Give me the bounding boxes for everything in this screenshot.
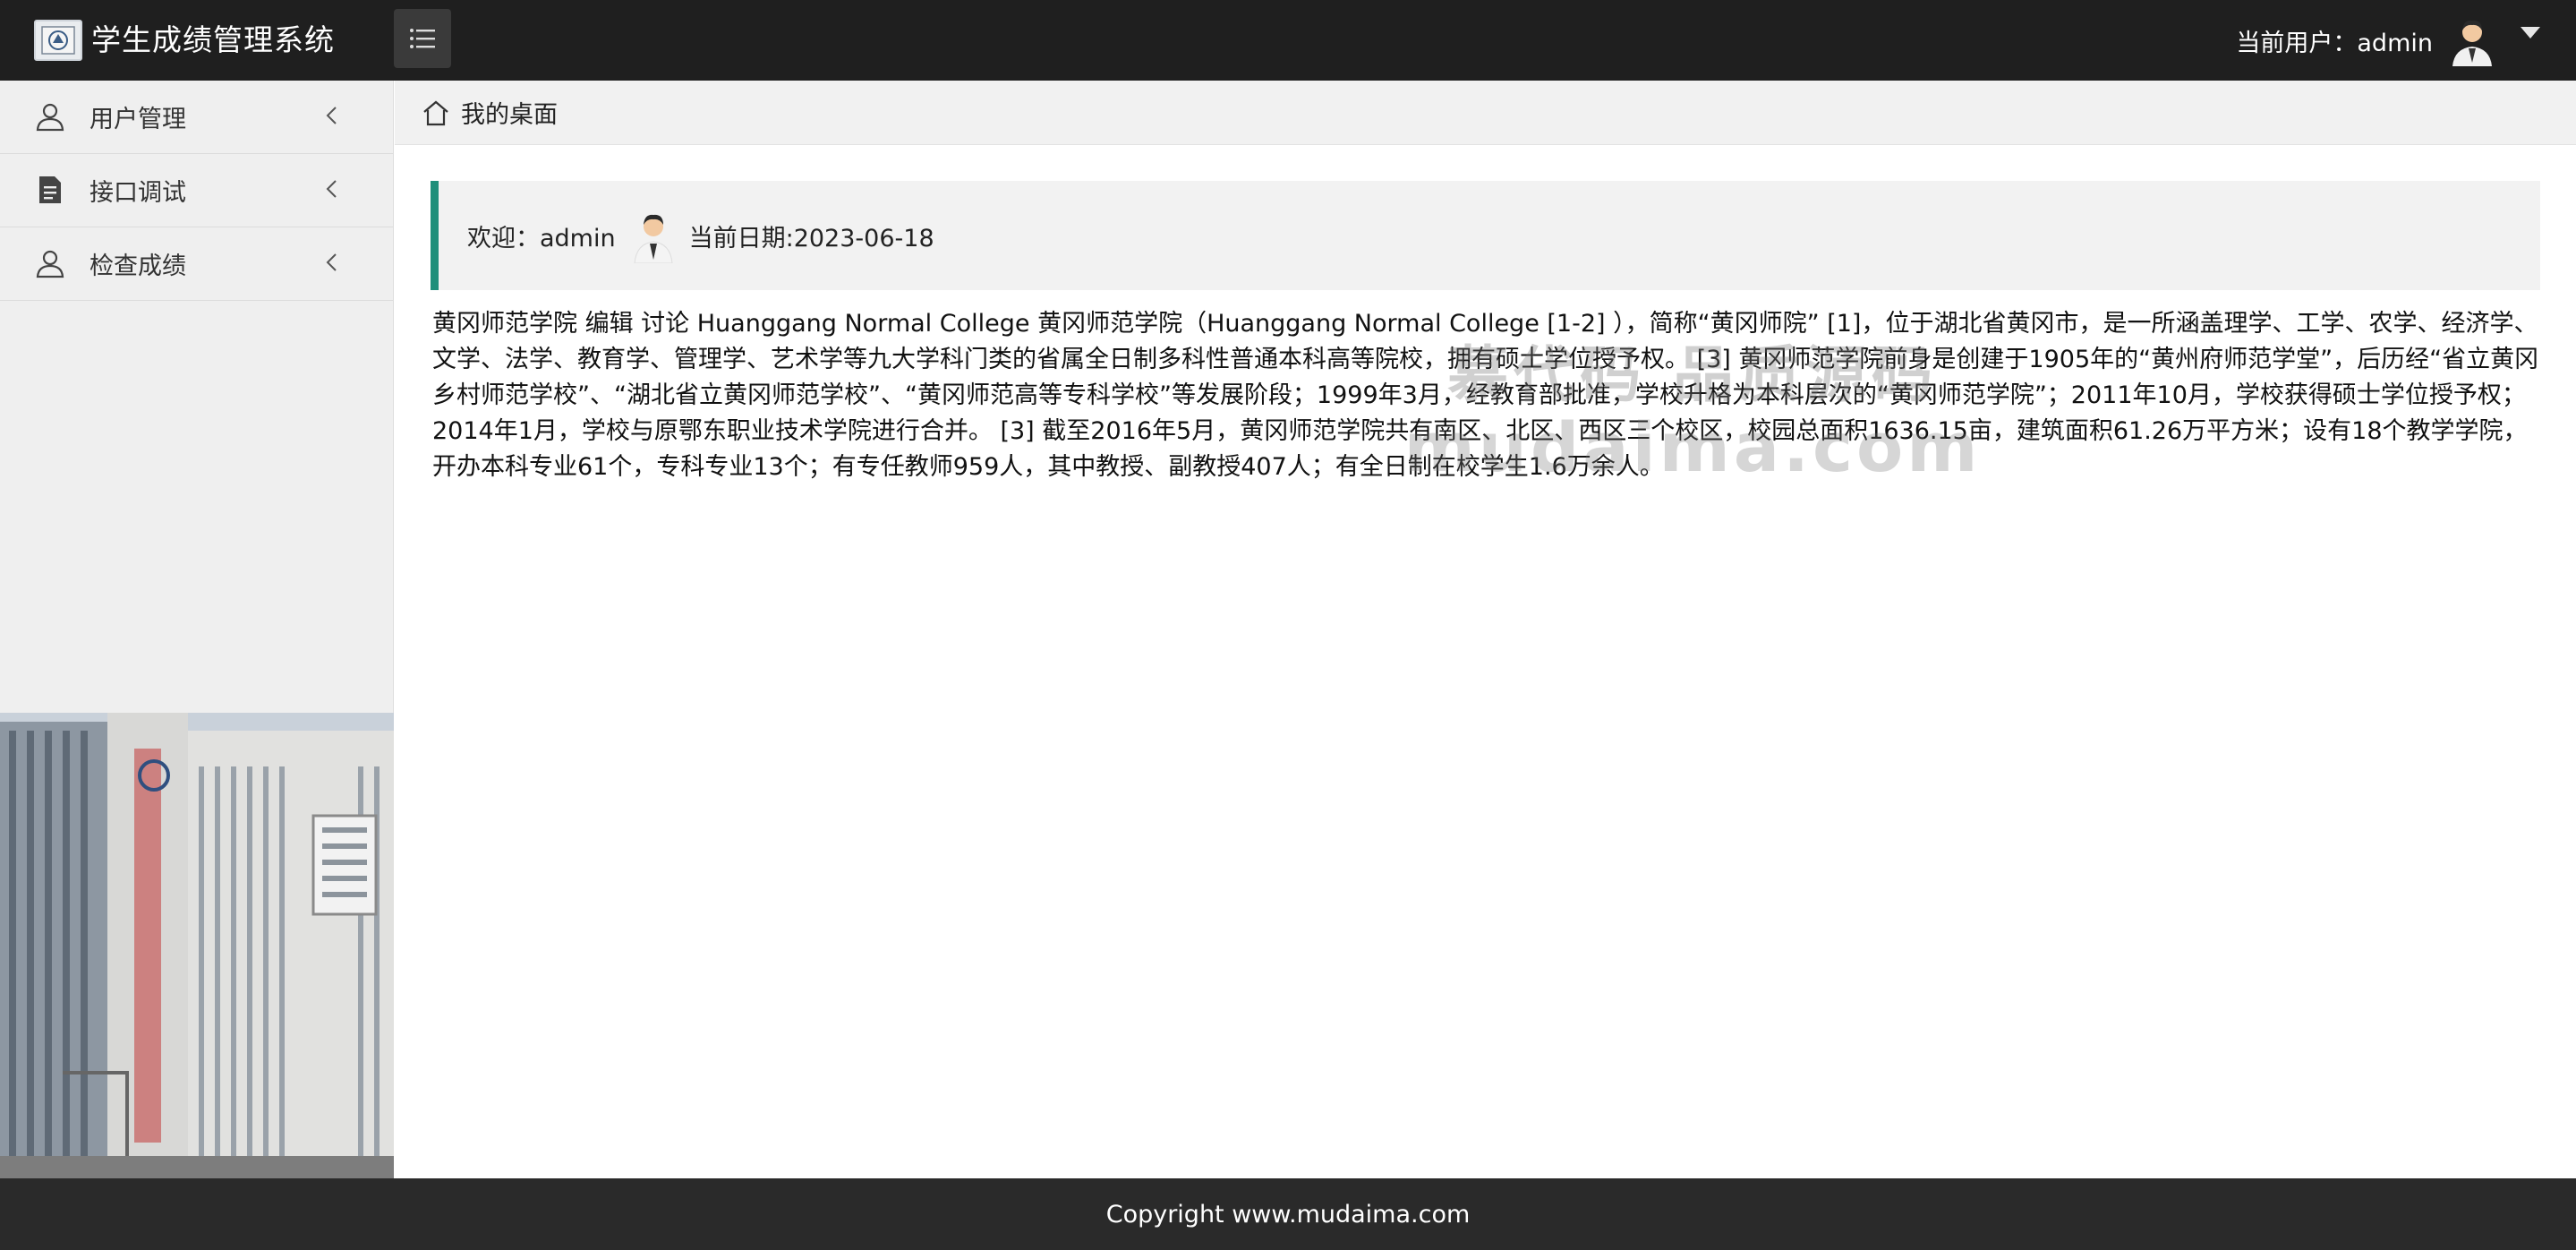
top-bar: 学生成绩管理系统 当前用户：admin [0, 0, 2576, 81]
user-avatar [630, 207, 677, 264]
sidebar-item-label: 用户管理 [90, 106, 186, 133]
current-user-label: 当前用户：admin [2236, 29, 2433, 57]
chevron-left-icon [326, 253, 337, 271]
current-date: 当前日期:2023-06-18 [688, 224, 934, 253]
caret-down-icon[interactable] [2521, 26, 2540, 39]
chevron-left-icon [326, 107, 337, 124]
sidebar-item-user-management[interactable]: 用户管理 [0, 81, 393, 154]
sidebar-item-api-debug[interactable]: 接口调试 [0, 154, 393, 227]
document-icon [34, 174, 66, 206]
sidebar-item-check-grades[interactable]: 检查成绩 [0, 227, 393, 301]
user-avatar[interactable] [2447, 13, 2497, 67]
school-logo [34, 20, 82, 61]
user-icon [34, 100, 66, 133]
main-content: 我的桌面 欢迎：admin 当前日期:2023-06-18 黄冈师范学院 编辑 … [395, 81, 2576, 1178]
breadcrumb: 我的桌面 [395, 81, 2576, 145]
sidebar-item-label: 检查成绩 [90, 253, 186, 280]
breadcrumb-label[interactable]: 我的桌面 [461, 95, 558, 130]
menu-toggle-button[interactable] [394, 9, 451, 68]
chevron-left-icon [326, 180, 337, 198]
user-icon [34, 247, 66, 279]
campus-building-photo [0, 713, 394, 1178]
list-icon [410, 29, 435, 48]
home-icon[interactable] [422, 99, 450, 126]
welcome-greeting: 欢迎：admin [467, 224, 616, 253]
app-title: 学生成绩管理系统 [91, 22, 335, 57]
footer: Copyright www.mudaima.com [0, 1178, 2576, 1250]
college-introduction: 黄冈师范学院 编辑 讨论 Huanggang Normal College 黄冈… [432, 310, 2539, 481]
welcome-panel: 欢迎：admin 当前日期:2023-06-18 [431, 181, 2540, 290]
sidebar: 用户管理 接口调试 检查成绩 [0, 81, 394, 1178]
user-menu[interactable]: 当前用户：admin [2236, 11, 2540, 70]
sidebar-item-label: 接口调试 [90, 179, 186, 207]
copyright-text: Copyright www.mudaima.com [1105, 1200, 1471, 1229]
